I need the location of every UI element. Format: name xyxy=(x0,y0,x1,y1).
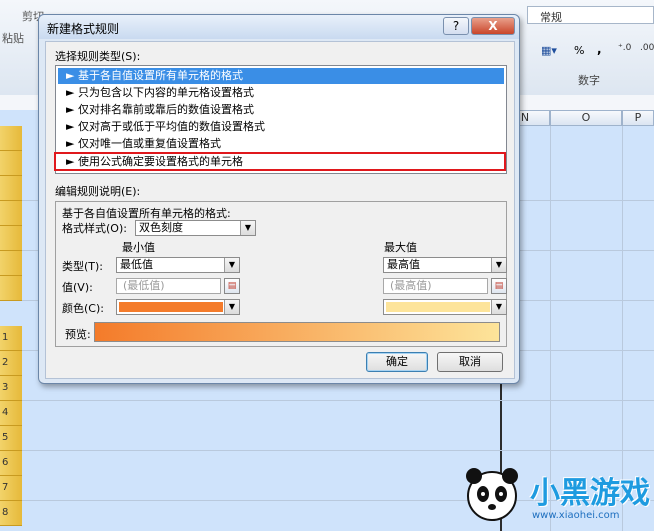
min-value-input[interactable]: (最低值) xyxy=(116,278,221,294)
chevron-down-icon[interactable]: ▼ xyxy=(240,221,255,235)
watermark-url: www.xiaohei.com xyxy=(532,510,620,521)
comma-button[interactable]: , xyxy=(597,42,602,56)
cancel-button[interactable]: 取消 xyxy=(437,352,503,372)
description-header: 基于各自值设置所有单元格的格式: xyxy=(62,207,231,220)
row-header[interactable] xyxy=(0,251,22,276)
value-label: 值(V): xyxy=(62,281,93,294)
row-header[interactable]: 8 xyxy=(0,501,22,526)
max-color-picker[interactable]: ▼ xyxy=(383,299,507,315)
dialog-body: 选择规则类型(S): ► 基于各自值设置所有单元格的格式 ► 只为包含以下内容的… xyxy=(45,41,515,379)
row-header[interactable]: 1 xyxy=(0,326,22,351)
decrease-decimal-icon[interactable]: .00 xyxy=(640,43,654,53)
format-style-select[interactable]: 双色刻度 ▼ xyxy=(135,220,256,236)
edit-description-label: 编辑规则说明(E): xyxy=(55,185,141,198)
row-headers: 1 2 3 4 5 6 7 8 xyxy=(0,126,22,531)
highlight-annotation xyxy=(54,152,506,171)
max-type-value: 最高值 xyxy=(387,258,420,271)
min-type-select[interactable]: 最低值 ▼ xyxy=(116,257,240,273)
max-color-swatch xyxy=(386,302,490,312)
row-header[interactable]: 7 xyxy=(0,476,22,501)
row-header[interactable] xyxy=(0,201,22,226)
chevron-down-icon[interactable]: ▼ xyxy=(224,258,239,272)
chevron-down-icon[interactable]: ▼ xyxy=(491,258,506,272)
percent-button[interactable]: % xyxy=(574,44,584,57)
preview-label: 预览: xyxy=(65,328,91,341)
new-format-rule-dialog: 新建格式规则 ? X 选择规则类型(S): ► 基于各自值设置所有单元格的格式 … xyxy=(38,14,520,384)
rule-type-item[interactable]: ► 只为包含以下内容的单元格设置格式 xyxy=(58,85,504,101)
format-style-value: 双色刻度 xyxy=(139,221,183,234)
max-value-input[interactable]: (最高值) xyxy=(383,278,488,294)
type-label: 类型(T): xyxy=(62,260,104,273)
rule-description-panel: 基于各自值设置所有单元格的格式: 格式样式(O): 双色刻度 ▼ 最小值 最大值… xyxy=(55,201,507,347)
number-format-value: 常规 xyxy=(540,11,562,24)
grid-line xyxy=(22,400,654,401)
close-button[interactable]: X xyxy=(471,17,515,35)
ok-button[interactable]: 确定 xyxy=(366,352,428,372)
max-header: 最大值 xyxy=(384,241,417,254)
format-style-label: 格式样式(O): xyxy=(62,222,127,235)
row-header[interactable] xyxy=(0,151,22,176)
row-header[interactable]: 2 xyxy=(0,351,22,376)
row-header[interactable]: 3 xyxy=(0,376,22,401)
column-header-p[interactable]: P xyxy=(622,110,654,126)
grid-line xyxy=(22,450,654,451)
currency-icon[interactable]: ▦▾ xyxy=(541,44,557,57)
watermark-brand: 小黑游戏 xyxy=(530,476,650,511)
panda-logo-icon xyxy=(466,468,518,521)
min-color-swatch xyxy=(119,302,223,312)
number-group-label: 数字 xyxy=(578,74,600,87)
min-color-picker[interactable]: ▼ xyxy=(116,299,240,315)
rule-type-item[interactable]: ► 仅对排名靠前或靠后的数值设置格式 xyxy=(58,102,504,118)
row-header[interactable] xyxy=(0,226,22,251)
preview-gradient xyxy=(94,322,500,342)
row-header[interactable]: 4 xyxy=(0,401,22,426)
chevron-down-icon[interactable]: ▼ xyxy=(491,300,506,314)
number-format-combo[interactable]: 常规 xyxy=(527,6,654,24)
range-picker-icon[interactable]: ▤ xyxy=(224,278,240,294)
dialog-title: 新建格式规则 xyxy=(47,22,120,36)
min-type-value: 最低值 xyxy=(120,258,153,271)
min-header: 最小值 xyxy=(122,241,155,254)
chevron-down-icon[interactable]: ▼ xyxy=(224,300,239,314)
rule-type-item[interactable]: ► 基于各自值设置所有单元格的格式 xyxy=(58,68,504,84)
rule-type-item[interactable]: ► 仅对高于或低于平均值的数值设置格式 xyxy=(58,119,504,135)
select-rule-type-label: 选择规则类型(S): xyxy=(55,50,141,63)
increase-decimal-icon[interactable]: ⁺.0 xyxy=(618,43,631,53)
paste-label[interactable]: 粘贴 xyxy=(2,30,24,46)
column-header-o[interactable]: O xyxy=(550,110,622,126)
watermark: 小黑游戏 www.xiaohei.com xyxy=(460,462,650,526)
max-type-select[interactable]: 最高值 ▼ xyxy=(383,257,507,273)
dialog-titlebar[interactable]: 新建格式规则 ? X xyxy=(39,15,519,39)
help-button[interactable]: ? xyxy=(443,17,469,35)
rule-type-item[interactable]: ► 仅对唯一值或重复值设置格式 xyxy=(58,136,504,152)
color-label: 颜色(C): xyxy=(62,302,104,315)
row-header[interactable]: 5 xyxy=(0,426,22,451)
row-header[interactable] xyxy=(0,126,22,151)
row-header[interactable]: 6 xyxy=(0,451,22,476)
range-picker-icon[interactable]: ▤ xyxy=(491,278,507,294)
row-header[interactable] xyxy=(0,276,22,301)
row-header[interactable] xyxy=(0,176,22,201)
